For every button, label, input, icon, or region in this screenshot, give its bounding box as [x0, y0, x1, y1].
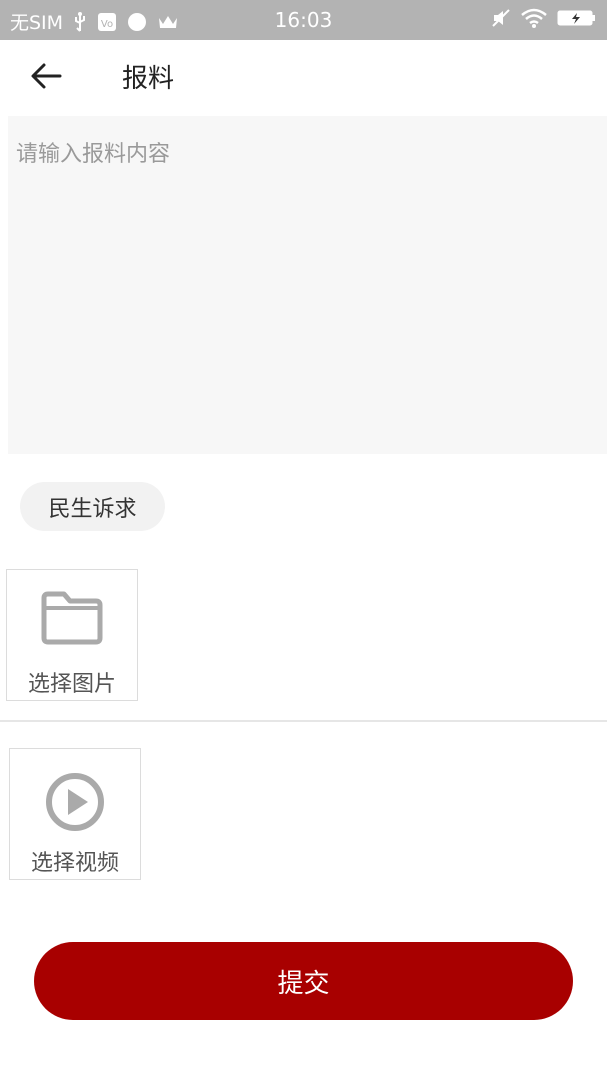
submit-button-label: 提交 — [277, 968, 330, 999]
report-content-input[interactable] — [8, 116, 607, 454]
status-right — [491, 8, 597, 33]
submit-button[interactable]: 提交 — [34, 942, 573, 1020]
arrow-left-icon — [31, 63, 62, 89]
mute-icon — [491, 8, 511, 33]
page-title: 报料 — [122, 64, 175, 94]
select-video-button[interactable]: 选择视频 — [9, 748, 141, 880]
toolbar: 报料 — [0, 40, 607, 110]
section-divider — [0, 720, 607, 722]
back-button[interactable] — [26, 56, 66, 96]
select-image-button[interactable]: 选择图片 — [6, 569, 138, 701]
category-chip[interactable]: 民生诉求 — [20, 482, 165, 531]
wifi-icon — [521, 8, 547, 33]
battery-charging-icon — [557, 8, 597, 33]
play-circle-icon — [46, 773, 104, 831]
select-image-label: 选择图片 — [27, 672, 116, 697]
select-video-label: 选择视频 — [30, 851, 119, 876]
category-chip-label: 民生诉求 — [48, 496, 137, 522]
folder-icon — [41, 591, 103, 645]
status-bar: 无SIM Vo 16:03 — [0, 0, 607, 40]
